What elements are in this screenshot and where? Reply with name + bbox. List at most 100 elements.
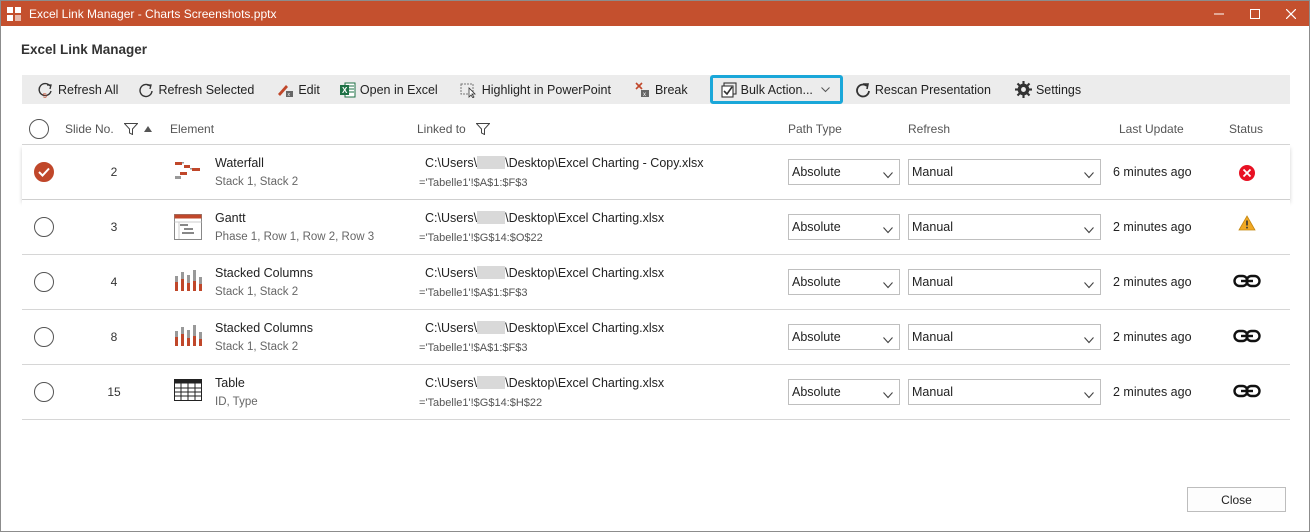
- refresh-mode-select[interactable]: Manual: [908, 269, 1101, 295]
- redacted-username: [477, 156, 506, 169]
- app-icon: [7, 6, 21, 21]
- refresh-mode-select[interactable]: Manual: [908, 159, 1101, 185]
- sort-ascending-icon[interactable]: [143, 126, 152, 132]
- chevron-down-icon: [821, 86, 830, 92]
- table-row[interactable]: 2 Waterfall Stack 1, Stack 2 C:\Users\ \D…: [22, 145, 1290, 200]
- linked-range: ='Tabelle1'!$A$1:$F$3: [419, 287, 528, 299]
- close-icon: [1286, 8, 1296, 19]
- element-series: Stack 1, Stack 2: [215, 286, 299, 298]
- toolbar: 5 Refresh All Refresh Selected x Edit X …: [22, 75, 1290, 104]
- filter-icon[interactable]: [475, 123, 490, 135]
- chevron-down-icon: [1084, 278, 1094, 292]
- last-update-column-header: Last Update: [1119, 122, 1184, 136]
- table-row[interactable]: 4 Stacked Columns Stack 1, Stack 2 C:\Us…: [22, 255, 1290, 310]
- refresh-all-button[interactable]: 5 Refresh All: [22, 75, 126, 104]
- excel-link-manager-window: Excel Link Manager - Charts Screenshots.…: [0, 0, 1310, 532]
- redacted-username: [477, 211, 506, 224]
- maximize-icon: [1250, 8, 1260, 19]
- row-select-radio[interactable]: [34, 327, 54, 347]
- error-icon: [1238, 164, 1256, 185]
- chevron-down-icon: [1084, 168, 1094, 182]
- chevron-down-icon: [883, 168, 893, 182]
- linked-range: ='Tabelle1'!$A$1:$F$3: [419, 342, 528, 354]
- rescan-presentation-button[interactable]: Rescan Presentation: [849, 75, 999, 104]
- table-row[interactable]: 3 Gantt Phase 1, Row 1, Row 2, Row 3 C:\…: [22, 200, 1290, 255]
- chevron-down-icon: [883, 278, 893, 292]
- row-select-radio[interactable]: [34, 272, 54, 292]
- redacted-username: [477, 266, 506, 279]
- select-all-radio[interactable]: [29, 119, 49, 139]
- break-link-button[interactable]: x Break: [619, 75, 696, 104]
- linked-range: ='Tabelle1'!$G$14:$H$22: [419, 397, 543, 409]
- path-type-select[interactable]: Absolute: [788, 214, 900, 240]
- chevron-down-icon: [883, 333, 893, 347]
- linked-file-path: C:\Users\ \Desktop\Excel Charting.xlsx: [425, 211, 665, 225]
- bulk-actions-dropdown[interactable]: Bulk Action...: [709, 75, 843, 104]
- table-icon: [174, 379, 202, 404]
- refresh-column-header: Refresh: [908, 122, 951, 136]
- table-header: Slide No. Element Linked to Path Type Re…: [22, 113, 1290, 145]
- linked-file-path: C:\Users\ \Desktop\Excel Charting.xlsx: [425, 266, 665, 280]
- edit-button[interactable]: x Edit: [262, 75, 328, 104]
- stacked-columns-icon: [174, 269, 202, 296]
- minimize-button[interactable]: [1201, 1, 1237, 26]
- linked-file-path: C:\Users\ \Desktop\Excel Charting - Copy.…: [425, 156, 704, 170]
- row-select-radio[interactable]: [34, 382, 54, 402]
- path-type-select[interactable]: Absolute: [788, 159, 900, 185]
- gear-icon: [1014, 81, 1032, 98]
- refresh-mode-select[interactable]: Manual: [908, 214, 1101, 240]
- link-icon: [1233, 384, 1261, 401]
- element-name: Stacked Columns: [215, 266, 313, 280]
- table-row[interactable]: 15 Table ID, Type C:\Users\ \Desktop\Exce…: [22, 365, 1290, 420]
- last-update-time: 6 minutes ago: [1113, 165, 1192, 179]
- warning-icon: [1238, 215, 1256, 234]
- close-button[interactable]: Close: [1187, 487, 1286, 512]
- last-update-time: 2 minutes ago: [1113, 275, 1192, 289]
- chevron-down-icon: [883, 388, 893, 402]
- element-column-header: Element: [170, 122, 215, 136]
- chevron-down-icon: [1084, 388, 1094, 402]
- settings-button[interactable]: Settings: [999, 75, 1089, 104]
- open-in-excel-button[interactable]: X Open in Excel: [328, 75, 446, 104]
- svg-text:5: 5: [43, 93, 47, 98]
- element-series: ID, Type: [215, 396, 258, 408]
- table-row[interactable]: 8 Stacked Columns Stack 1, Stack 2 C:\Us…: [22, 310, 1290, 365]
- dialog-heading: Excel Link Manager: [21, 42, 148, 57]
- filter-icon[interactable]: [123, 123, 138, 135]
- path-type-select[interactable]: Absolute: [788, 324, 900, 350]
- linked-range: ='Tabelle1'!$A$1:$F$3: [419, 177, 528, 189]
- highlight-in-powerpoint-button[interactable]: Highlight in PowerPoint: [446, 75, 619, 104]
- element-series: Phase 1, Row 1, Row 2, Row 3: [215, 231, 375, 243]
- checkmark-icon: [38, 167, 50, 177]
- minimize-icon: [1214, 13, 1224, 14]
- path-type-select[interactable]: Absolute: [788, 379, 900, 405]
- excel-icon: X: [339, 82, 356, 97]
- select-all-checkbox[interactable]: [29, 113, 49, 145]
- chevron-down-icon: [1084, 223, 1094, 237]
- maximize-button[interactable]: [1237, 1, 1273, 26]
- element-name: Table: [215, 376, 245, 390]
- linked-file-path: C:\Users\ \Desktop\Excel Charting.xlsx: [425, 321, 665, 335]
- last-update-time: 2 minutes ago: [1113, 330, 1192, 344]
- window-title: Excel Link Manager - Charts Screenshots.…: [29, 6, 277, 21]
- waterfall-chart-icon: [174, 159, 202, 186]
- edit-icon: x: [278, 84, 294, 98]
- refresh-mode-select[interactable]: Manual: [908, 379, 1101, 405]
- close-window-button[interactable]: [1273, 1, 1309, 26]
- refresh-mode-select[interactable]: Manual: [908, 324, 1101, 350]
- row-select-radio[interactable]: [34, 217, 54, 237]
- slide-no-column-header[interactable]: Slide No.: [65, 122, 114, 136]
- element-name: Stacked Columns: [215, 321, 313, 335]
- refresh-selected-button[interactable]: Refresh Selected: [126, 75, 262, 104]
- path-type-select[interactable]: Absolute: [788, 269, 900, 295]
- status-column-header: Status: [1229, 122, 1264, 136]
- svg-text:x: x: [643, 92, 646, 98]
- redacted-username: [477, 321, 506, 334]
- row-select-radio[interactable]: [34, 162, 54, 182]
- slide-number: 2: [110, 165, 118, 179]
- chevron-down-icon: [1084, 333, 1094, 347]
- element-series: Stack 1, Stack 2: [215, 176, 299, 188]
- break-link-icon: x: [635, 81, 649, 98]
- refresh-all-icon: 5: [38, 82, 52, 98]
- linked-to-column-header: Linked to: [417, 122, 466, 136]
